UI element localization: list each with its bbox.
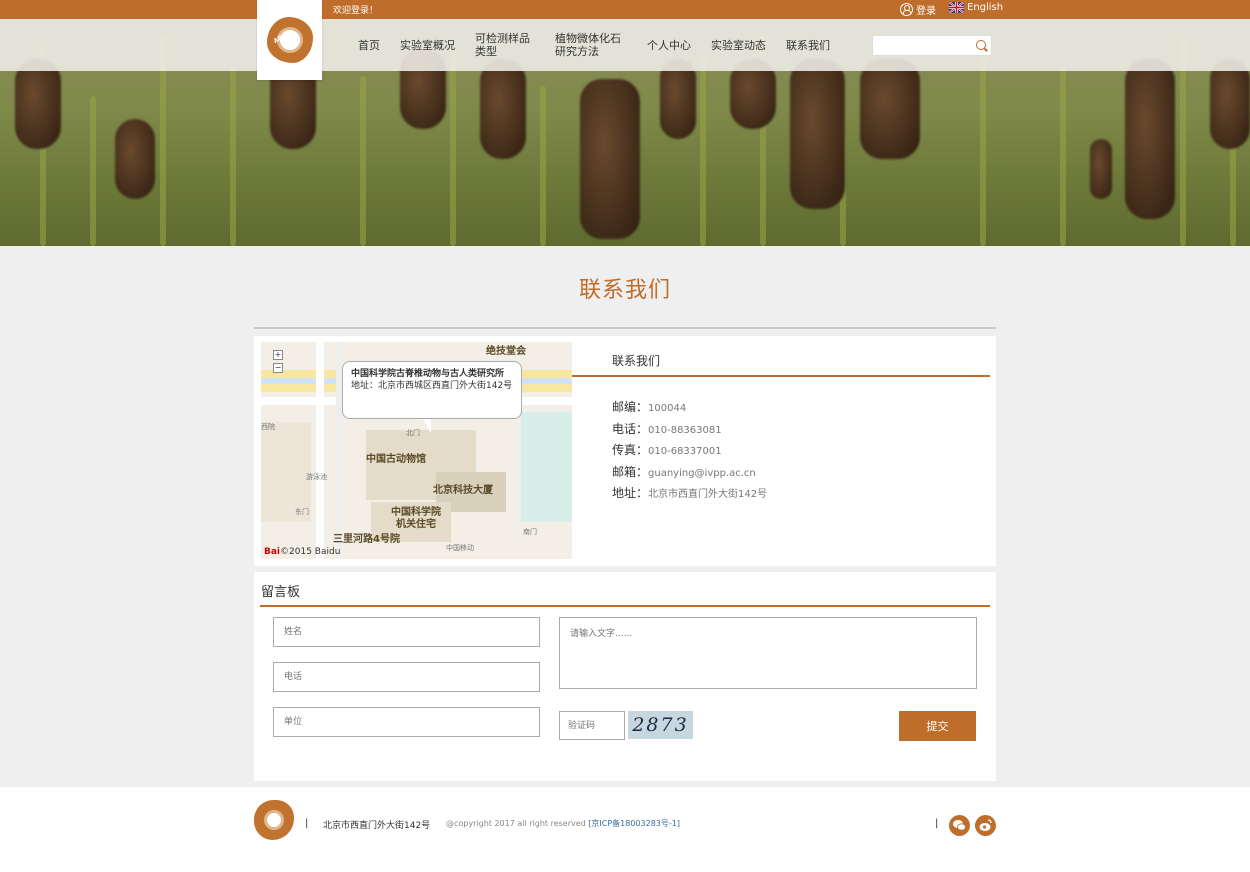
main-nav: 首页 实验室概况 可检测样品 类型 植物微体化石 研究方法 个人中心 实验室动态… [348, 19, 840, 71]
board-divider [260, 605, 990, 607]
footer-copyright: @copyright 2017 all right reserved [京ICP… [446, 819, 680, 828]
nav-research-methods[interactable]: 植物微体化石 研究方法 [545, 32, 637, 58]
contact-row-email: 邮箱：guanying@ivpp.ac.cn [612, 464, 756, 479]
name-field[interactable] [273, 617, 540, 647]
top-bar: 欢迎登录！ 登录 English [0, 0, 1250, 19]
map-small-label: 北门 [406, 429, 420, 437]
map-label: 绝技堂会 [486, 346, 526, 357]
footer: | 北京市西直门外大街142号 @copyright 2017 all righ… [0, 787, 1250, 872]
footer-separator: | [935, 818, 939, 829]
user-icon [900, 3, 913, 16]
nav-sample-types[interactable]: 可检测样品 类型 [465, 32, 545, 58]
aral-logo-icon: ARAL [266, 17, 313, 63]
nav-home[interactable]: 首页 [348, 39, 390, 52]
map-label: 中国古动物馆 [366, 454, 426, 465]
search-icon[interactable] [976, 40, 986, 50]
footer-address: 北京市西直门外大街142号 [323, 821, 431, 831]
icp-link[interactable]: [京ICP备18003283号-1] [588, 819, 680, 828]
board-heading: 留言板 [261, 585, 301, 600]
map-small-label: 西院 [261, 423, 275, 431]
zoom-in-icon[interactable]: + [273, 350, 283, 360]
baidu-map[interactable]: 绝技堂会 中国古动物馆 北京科技大厦 中国科学院 机关住宅 三里河路4号院 北门… [261, 342, 572, 559]
nav-lab-overview[interactable]: 实验室概况 [390, 39, 465, 52]
map-label: 机关住宅 [396, 519, 436, 530]
unit-field[interactable] [273, 707, 540, 737]
login-label: 登录 [916, 6, 936, 17]
footer-separator: | [305, 818, 309, 829]
submit-button[interactable]: 提交 [899, 711, 976, 741]
contact-card: 绝技堂会 中国古动物馆 北京科技大厦 中国科学院 机关住宅 三里河路4号院 北门… [254, 336, 996, 566]
map-popup-address: 地址：北京市西城区西直门外大街142号 [351, 381, 513, 391]
map-zoom-control[interactable]: + − [273, 350, 285, 376]
baidu-copyright: Bai©2015 Baidu [264, 547, 341, 557]
map-small-label: 东门 [295, 508, 309, 516]
footer-logo-icon [254, 800, 294, 840]
site-logo[interactable]: ARAL [257, 0, 322, 80]
phone-field[interactable] [273, 662, 540, 692]
nav-personal-center[interactable]: 个人中心 [637, 39, 701, 52]
weibo-icon[interactable] [975, 815, 996, 836]
map-label: 北京科技大厦 [433, 485, 493, 496]
language-label: English [967, 2, 1004, 13]
contact-divider [572, 375, 990, 377]
search-box [872, 35, 992, 58]
nav-lab-news[interactable]: 实验室动态 [701, 39, 776, 52]
contact-row-phone: 电话：010-88363081 [612, 421, 722, 436]
contact-info: 联系我们 邮编：100044 电话：010-88363081 传真：010-68… [572, 336, 996, 566]
contact-row-fax: 传真：010-68337001 [612, 443, 722, 457]
nav-contact-us[interactable]: 联系我们 [776, 39, 840, 52]
login-link[interactable]: 登录 [900, 2, 936, 17]
contact-heading: 联系我们 [612, 354, 661, 368]
language-switch[interactable]: English [949, 2, 1003, 13]
uk-flag-icon [949, 2, 964, 13]
captcha-input[interactable] [559, 711, 625, 740]
map-small-label: 中国移动 [446, 544, 474, 552]
map-popup-title: 中国科学院古脊椎动物与古人类研究所 [351, 369, 505, 379]
map-label: 三里河路4号院 [333, 534, 400, 545]
map-info-popup: 中国科学院古脊椎动物与古人类研究所 地址：北京市西城区西直门外大街142号 [342, 361, 522, 433]
page-title: 联系我们 [578, 278, 671, 303]
message-textarea[interactable] [559, 617, 977, 689]
title-divider [254, 327, 996, 329]
welcome-text: 欢迎登录！ [333, 6, 379, 16]
captcha-image[interactable]: 2873 [628, 711, 693, 739]
wechat-icon[interactable] [949, 815, 970, 836]
contact-row-postcode: 邮编：100044 [612, 400, 687, 414]
message-board: 留言板 2873 提交 [254, 572, 996, 781]
search-input[interactable] [873, 39, 973, 58]
contact-row-address: 地址：北京市西直门外大街142号 [612, 486, 768, 500]
map-small-label: 南门 [523, 528, 537, 536]
map-small-label: 游泳池 [306, 473, 327, 481]
zoom-out-icon[interactable]: − [273, 363, 283, 373]
